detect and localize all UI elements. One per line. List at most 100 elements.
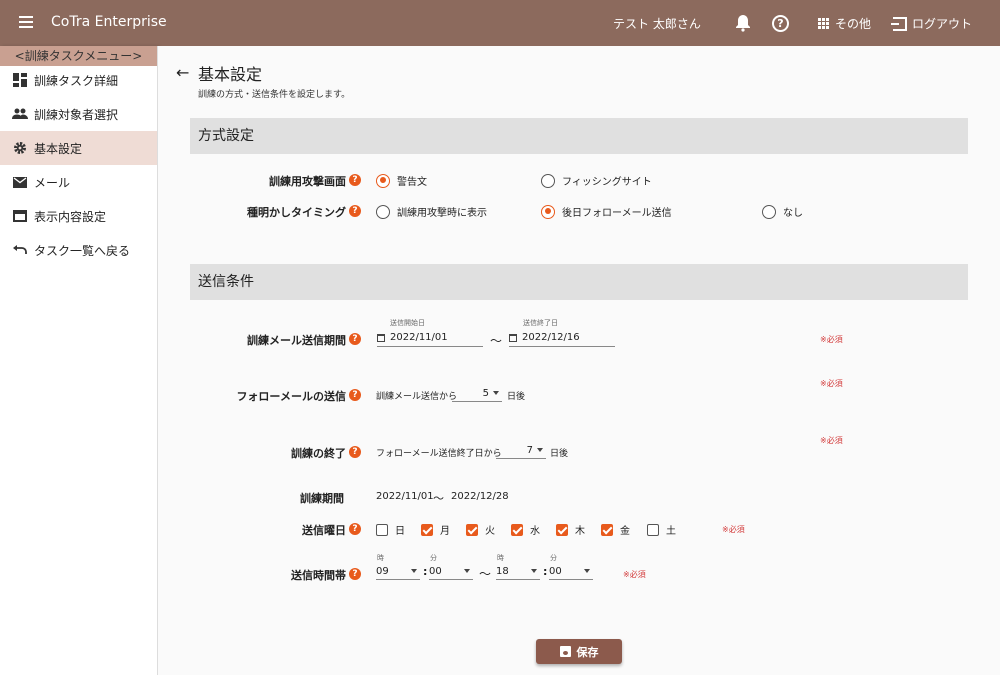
help-icon[interactable]: ? xyxy=(772,15,789,32)
checkbox-tuesday[interactable]: 火 xyxy=(466,522,495,537)
range-tilde: ～ xyxy=(490,334,503,348)
checkbox-sunday[interactable]: 日 xyxy=(376,522,405,537)
logout-button[interactable]: ログアウト xyxy=(891,15,972,32)
help-icon[interactable]: ? xyxy=(349,205,361,217)
checkbox-label: 木 xyxy=(575,526,585,537)
followup-label: フォローメールの送信 xyxy=(236,390,346,403)
sidebar-header: <訓練タスクメニュー> xyxy=(0,46,157,66)
radio-label: なし xyxy=(783,208,803,219)
attack-screen-label: 訓練用攻撃画面 xyxy=(269,175,346,188)
app-title: CoTra Enterprise xyxy=(51,14,167,30)
checkbox-friday[interactable]: 金 xyxy=(601,522,630,537)
help-icon[interactable]: ? xyxy=(349,523,361,535)
save-button[interactable]: 保存 xyxy=(536,639,622,664)
end-date-caption: 送信終了日 xyxy=(523,319,558,327)
training-period-tilde: ～ xyxy=(433,492,444,505)
training-period-label: 訓練期間 xyxy=(300,492,344,505)
radio-circle xyxy=(376,204,390,219)
caret-down-icon xyxy=(464,569,470,573)
checkbox-saturday[interactable]: 土 xyxy=(647,522,676,537)
sidebar-item-display-settings[interactable]: 表示内容設定 xyxy=(0,199,157,233)
radio-label: 後日フォローメール送信 xyxy=(562,208,672,219)
main-content: ← 基本設定 訓練の方式・送信条件を設定します。 方式設定 訓練用攻撃画面 ? … xyxy=(158,46,1000,675)
weekdays-label: 送信曜日 xyxy=(302,524,346,537)
radio-show-on-attack[interactable]: 訓練用攻撃時に表示 xyxy=(376,204,487,219)
checkbox-thursday[interactable]: 木 xyxy=(556,522,585,537)
required-mark: ※必須 xyxy=(820,436,843,445)
end-minute-select[interactable]: 00 xyxy=(549,563,593,580)
start-minute-select[interactable]: 00 xyxy=(429,563,473,580)
caret-down-icon xyxy=(411,569,417,573)
radio-warning-text[interactable]: 警告文 xyxy=(376,173,427,188)
caret-down-icon xyxy=(584,569,590,573)
followup-prefix: 訓練メール送信から xyxy=(376,392,458,402)
page-subtitle: 訓練の方式・送信条件を設定します。 xyxy=(198,90,351,100)
training-period-start: 2022/11/01 xyxy=(376,491,434,502)
bell-icon[interactable] xyxy=(735,14,751,32)
end-hour-select[interactable]: 18 xyxy=(496,563,540,580)
start-minute-caption: 分 xyxy=(430,554,437,562)
checkbox-box xyxy=(556,523,568,536)
calendar-icon xyxy=(509,333,517,342)
sidebar-item-label: 訓練タスク詳細 xyxy=(34,73,119,88)
send-period-label: 訓練メール送信期間 xyxy=(247,334,346,347)
more-menu-button[interactable]: その他 xyxy=(818,15,871,32)
save-label: 保存 xyxy=(576,645,599,659)
radio-phishing-site[interactable]: フィッシングサイト xyxy=(541,173,652,188)
start-date-field[interactable]: 2022/11/01 xyxy=(377,329,483,347)
time-range-label: 送信時間帯 xyxy=(291,569,346,582)
radio-none[interactable]: なし xyxy=(762,204,803,219)
people-icon xyxy=(12,106,28,122)
radio-circle xyxy=(541,173,555,188)
sidebar-item-label: 基本設定 xyxy=(34,141,83,156)
required-mark: ※必須 xyxy=(722,525,745,534)
checkbox-label: 月 xyxy=(440,526,450,537)
start-date-caption: 送信開始日 xyxy=(390,319,425,327)
sidebar-item-back-to-list[interactable]: タスク一覧へ戻る xyxy=(0,233,157,267)
start-minute-value: 00 xyxy=(429,565,442,577)
checkbox-label: 日 xyxy=(395,526,405,537)
radio-circle xyxy=(376,173,390,188)
back-arrow-icon[interactable]: ← xyxy=(176,63,189,82)
checkbox-monday[interactable]: 月 xyxy=(421,522,450,537)
sidebar-item-label: メール xyxy=(34,175,71,190)
logout-icon xyxy=(891,16,907,31)
end-hour-caption: 時 xyxy=(497,554,504,562)
page-title: 基本設定 xyxy=(198,65,263,84)
radio-followup-mail[interactable]: 後日フォローメール送信 xyxy=(541,204,672,219)
end-date-field[interactable]: 2022/12/16 xyxy=(509,329,615,347)
help-icon[interactable]: ? xyxy=(349,568,361,580)
followup-days-select[interactable]: 5 xyxy=(452,385,502,402)
window-icon xyxy=(12,208,28,224)
required-mark: ※必須 xyxy=(820,379,843,388)
checkbox-wednesday[interactable]: 水 xyxy=(511,522,540,537)
end-minute-value: 00 xyxy=(549,565,562,577)
reveal-timing-label: 種明かしタイミング xyxy=(247,206,346,219)
time-range-tilde: ～ xyxy=(479,567,492,581)
more-label: その他 xyxy=(835,17,872,31)
sidebar-item-basic-settings[interactable]: 基本設定 xyxy=(0,131,157,165)
training-end-prefix: フォローメール送信終了日から xyxy=(376,449,502,459)
training-end-days-select[interactable]: 7 xyxy=(496,442,546,459)
checkbox-label: 土 xyxy=(666,526,676,537)
checkbox-box xyxy=(647,523,659,536)
section-method: 方式設定 xyxy=(190,118,968,154)
hamburger-menu-icon[interactable] xyxy=(16,13,36,33)
sidebar-item-target-users[interactable]: 訓練対象者選択 xyxy=(0,97,157,131)
start-hour-select[interactable]: 09 xyxy=(376,563,420,580)
start-hour-caption: 時 xyxy=(377,554,384,562)
sidebar-item-mail[interactable]: メール xyxy=(0,165,157,199)
help-icon[interactable]: ? xyxy=(349,446,361,458)
sidebar-item-task-detail[interactable]: 訓練タスク詳細 xyxy=(0,63,157,97)
training-end-days-value: 7 xyxy=(526,444,533,456)
radio-circle xyxy=(762,204,776,219)
caret-down-icon xyxy=(537,448,543,452)
required-mark: ※必須 xyxy=(623,570,646,579)
help-icon[interactable]: ? xyxy=(349,333,361,345)
required-mark: ※必須 xyxy=(820,335,843,344)
help-icon[interactable]: ? xyxy=(349,174,361,186)
training-end-label: 訓練の終了 xyxy=(291,447,346,460)
radio-label: 警告文 xyxy=(397,177,427,188)
radio-label: 訓練用攻撃時に表示 xyxy=(397,208,487,219)
help-icon[interactable]: ? xyxy=(349,389,361,401)
